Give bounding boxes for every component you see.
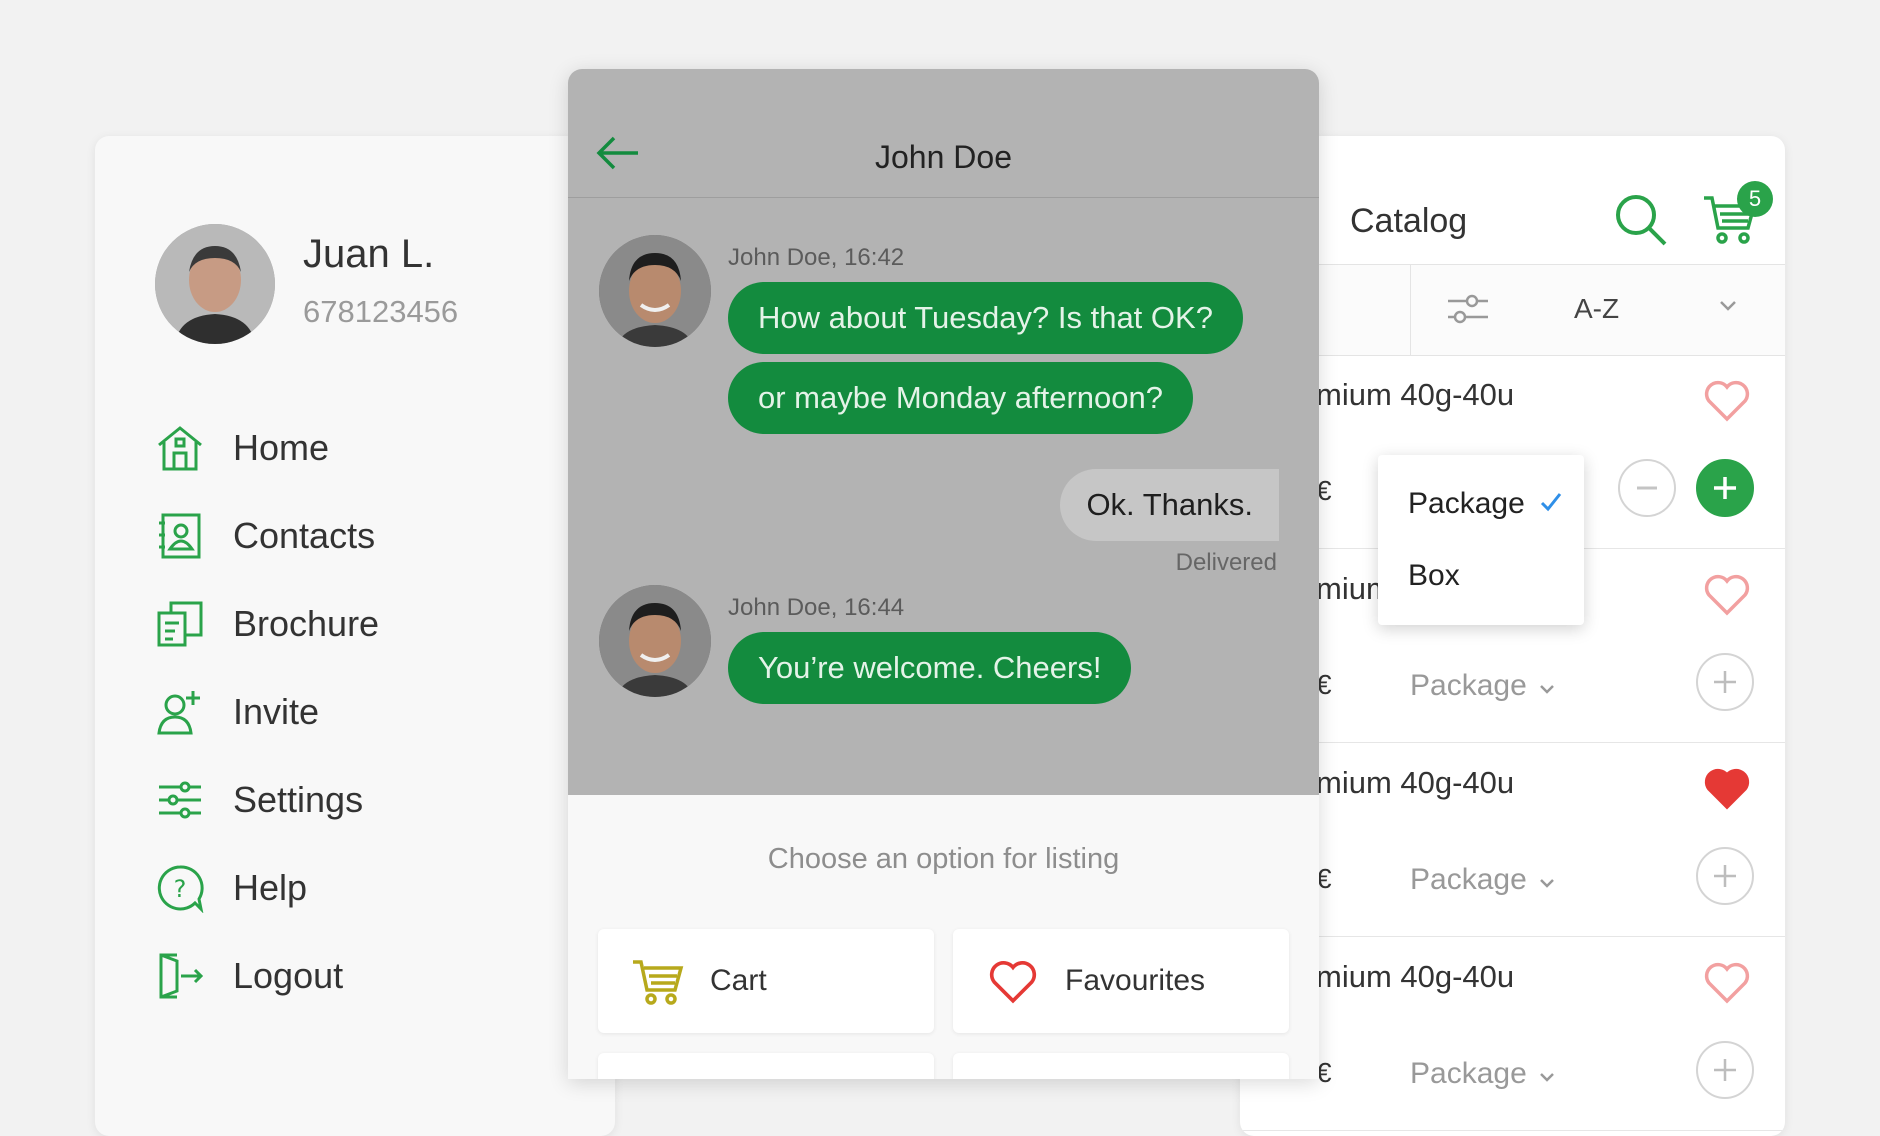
heart-filled-icon[interactable] [1703,765,1751,811]
product-name: mium 40g-40u [1316,377,1515,412]
nav-item-brochure[interactable]: Brochure [153,594,379,654]
unit-select-label: Package [1410,863,1527,896]
catalog-title: Catalog [1350,202,1468,240]
heart-icon[interactable] [1703,571,1751,617]
cart-count-badge: 5 [1737,181,1773,217]
settings-icon [153,773,207,827]
product-row[interactable]: mium 40g-40u € Package [1240,937,1785,1131]
option-favourites-button[interactable]: Favourites [953,929,1289,1033]
filter-sliders-icon[interactable] [1446,291,1490,332]
chevron-down-icon [1539,863,1555,897]
invite-icon [153,685,207,739]
nav-label-settings: Settings [233,779,364,820]
unit-select-label: Package [1410,1057,1527,1090]
delivery-status: Delivered [1175,549,1277,576]
help-icon: ? [153,861,207,915]
unit-select[interactable]: Package [1410,669,1555,703]
unit-select[interactable]: Package [1410,1057,1555,1091]
nav-item-settings[interactable]: Settings [153,770,363,830]
heart-icon [983,951,1043,1011]
nav-label-home: Home [233,427,330,468]
menu-option-label: Box [1408,559,1460,592]
nav-item-help[interactable]: ? Help [153,858,307,918]
option-card-partial[interactable] [953,1053,1289,1079]
nav-item-home[interactable]: Home [153,418,329,478]
unit-select[interactable]: Package [1410,863,1555,897]
sort-select[interactable]: A-Z [1574,293,1619,325]
user-avatar[interactable] [155,224,275,344]
heart-icon[interactable] [1703,959,1751,1005]
product-row[interactable]: mium 40g-40u € Package [1240,743,1785,937]
options-sheet-title: Choose an option for listing [767,843,1120,875]
home-icon [153,421,207,475]
nav-label-logout: Logout [233,955,344,996]
option-card-partial[interactable] [598,1053,934,1079]
catalog-panel: Catalog 5 A-Z mium 40g-40u € mium € Pack… [1240,136,1785,1136]
message-bubble-incoming[interactable]: You’re welcome. Cheers! [728,632,1132,704]
search-icon[interactable] [1613,192,1669,248]
message-bubble-outgoing[interactable]: Ok. Thanks. [1060,469,1279,541]
chevron-down-icon [1539,669,1555,703]
increment-button[interactable] [1696,459,1754,517]
product-name: mium 40g-40u [1316,959,1515,994]
brochure-icon [153,597,207,651]
unit-select-label: Package [1410,669,1527,702]
nav-item-contacts[interactable]: Contacts [153,506,375,566]
chevron-down-icon[interactable] [1718,299,1738,318]
navigation-drawer: Juan L. 678123456 Home Contacts Brochure [95,136,615,1136]
chat-conversation-overlay: John Doe John Doe, 16:42 How about Tuesd… [568,69,1319,795]
svg-text:?: ? [174,875,187,903]
contact-avatar[interactable] [599,235,711,347]
increment-button[interactable] [1696,847,1754,905]
menu-option-box[interactable]: Box [1408,559,1460,593]
option-label: Favourites [1065,964,1206,997]
chat-header: John Doe [568,69,1319,198]
decrement-button[interactable] [1618,459,1676,517]
nav-label-contacts: Contacts [233,515,376,556]
heart-icon[interactable] [1703,377,1751,423]
increment-button[interactable] [1696,653,1754,711]
message-bubble-incoming[interactable]: How about Tuesday? Is that OK? [728,282,1243,354]
option-label: Cart [710,964,767,997]
option-cart-button[interactable]: Cart [598,929,934,1033]
chat-panel: John Doe John Doe, 16:42 How about Tuesd… [568,69,1319,1079]
filter-divider [1410,265,1411,355]
increment-button[interactable] [1696,1041,1754,1099]
nav-label-invite: Invite [233,691,320,732]
chevron-down-icon [1539,1057,1555,1091]
chat-title: John Doe [875,139,1012,175]
menu-option-label: Package [1408,487,1525,520]
user-phone: 678123456 [303,294,459,329]
filter-bar: A-Z [1240,264,1785,356]
message-meta: John Doe, 16:44 [728,594,905,621]
message-bubble-incoming[interactable]: or maybe Monday afternoon? [728,362,1193,434]
nav-label-brochure: Brochure [233,603,380,644]
product-name: mium 40g-40u [1316,765,1515,800]
menu-option-package[interactable]: Package [1408,487,1563,521]
nav-item-logout[interactable]: Logout [153,946,343,1006]
nav-label-help: Help [233,867,308,908]
logout-icon [153,949,207,1003]
nav-item-invite[interactable]: Invite [153,682,319,742]
contacts-icon [153,509,207,563]
cart-icon [628,951,688,1011]
message-meta: John Doe, 16:42 [728,244,905,271]
contact-avatar[interactable] [599,585,711,697]
checkmark-icon [1539,487,1563,521]
unit-dropdown-menu: Package Box [1378,455,1584,625]
user-name: Juan L. [303,232,435,276]
